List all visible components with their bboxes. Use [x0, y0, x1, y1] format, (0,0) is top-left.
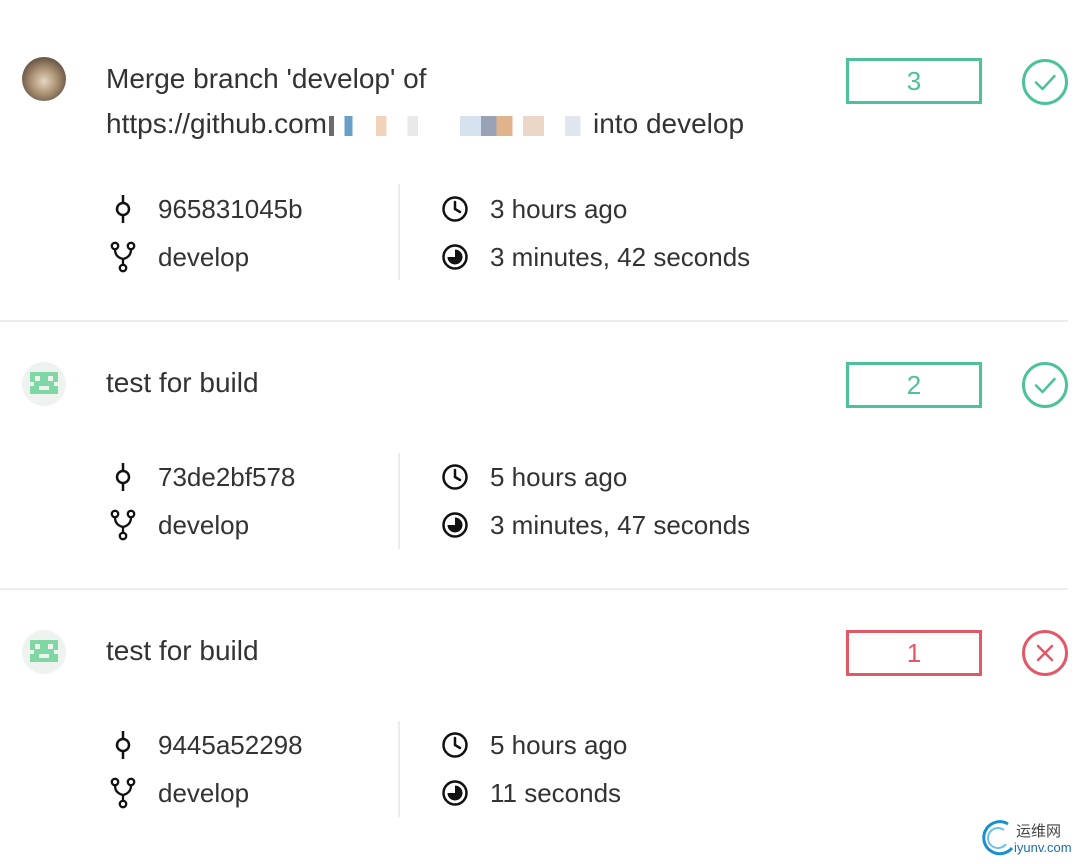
commit-row: 9445a52298	[108, 725, 303, 765]
avatar	[22, 362, 66, 406]
build-item[interactable]: test for build 2 73de2bf578 develop 5 ho…	[0, 322, 1068, 590]
branch-icon	[108, 777, 138, 809]
timer-icon	[440, 778, 470, 808]
avatar	[22, 57, 66, 101]
avatar	[22, 630, 66, 674]
started-time: 3 hours ago	[490, 193, 628, 224]
timer-icon	[440, 242, 470, 272]
commit-sha[interactable]: 73de2bf578	[158, 462, 295, 493]
build-duration: 3 minutes, 47 seconds	[490, 509, 751, 540]
build-title[interactable]: Merge branch 'develop' of https://github…	[106, 56, 806, 146]
branch-name[interactable]: develop	[158, 778, 249, 809]
started-row: 5 hours ago	[440, 725, 627, 765]
branch-row: develop	[108, 237, 249, 277]
commit-row: 965831045b	[108, 189, 303, 229]
branch-icon	[108, 509, 138, 541]
redacted-text	[329, 115, 592, 136]
branch-name[interactable]: develop	[158, 510, 249, 541]
commit-icon	[108, 194, 138, 224]
started-row: 5 hours ago	[440, 457, 627, 497]
build-item[interactable]: test for build 1 9445a52298 develop 5 ho…	[0, 590, 1068, 864]
build-number-badge[interactable]: 3	[846, 58, 982, 104]
commit-icon	[108, 730, 138, 760]
meta-divider	[398, 721, 400, 817]
timer-icon	[440, 510, 470, 540]
commit-sha[interactable]: 965831045b	[158, 194, 303, 225]
meta-divider	[398, 453, 400, 549]
started-time: 5 hours ago	[490, 461, 628, 492]
x-circle-icon	[1022, 630, 1068, 676]
commit-icon	[108, 462, 138, 492]
branch-row: develop	[108, 505, 249, 545]
build-duration: 3 minutes, 42 seconds	[490, 241, 751, 272]
clock-icon	[440, 730, 470, 760]
commit-sha[interactable]: 9445a52298	[158, 730, 303, 761]
duration-row: 3 minutes, 42 seconds	[440, 237, 750, 277]
build-item[interactable]: Merge branch 'develop' of https://github…	[0, 0, 1068, 322]
build-title[interactable]: test for build	[106, 360, 806, 405]
meta-divider	[398, 184, 400, 280]
branch-icon	[108, 241, 138, 273]
branch-name[interactable]: develop	[158, 242, 249, 273]
build-duration: 11 seconds	[490, 777, 622, 808]
check-circle-icon	[1022, 362, 1068, 408]
build-title[interactable]: test for build	[106, 628, 806, 673]
watermark-text-en: iyunv.com	[1014, 840, 1072, 855]
duration-row: 11 seconds	[440, 773, 621, 813]
build-number-badge[interactable]: 2	[846, 362, 982, 408]
clock-icon	[440, 462, 470, 492]
started-time: 5 hours ago	[490, 729, 628, 760]
branch-row: develop	[108, 773, 249, 813]
started-row: 3 hours ago	[440, 189, 627, 229]
watermark-logo: 运维网 iyunv.com	[978, 816, 1078, 860]
duration-row: 3 minutes, 47 seconds	[440, 505, 750, 545]
watermark-text-cn: 运维网	[1016, 823, 1062, 840]
watermark-swirl-icon	[982, 820, 1014, 856]
check-circle-icon	[1022, 59, 1068, 105]
build-number-badge[interactable]: 1	[846, 630, 982, 676]
commit-row: 73de2bf578	[108, 457, 295, 497]
clock-icon	[440, 194, 470, 224]
